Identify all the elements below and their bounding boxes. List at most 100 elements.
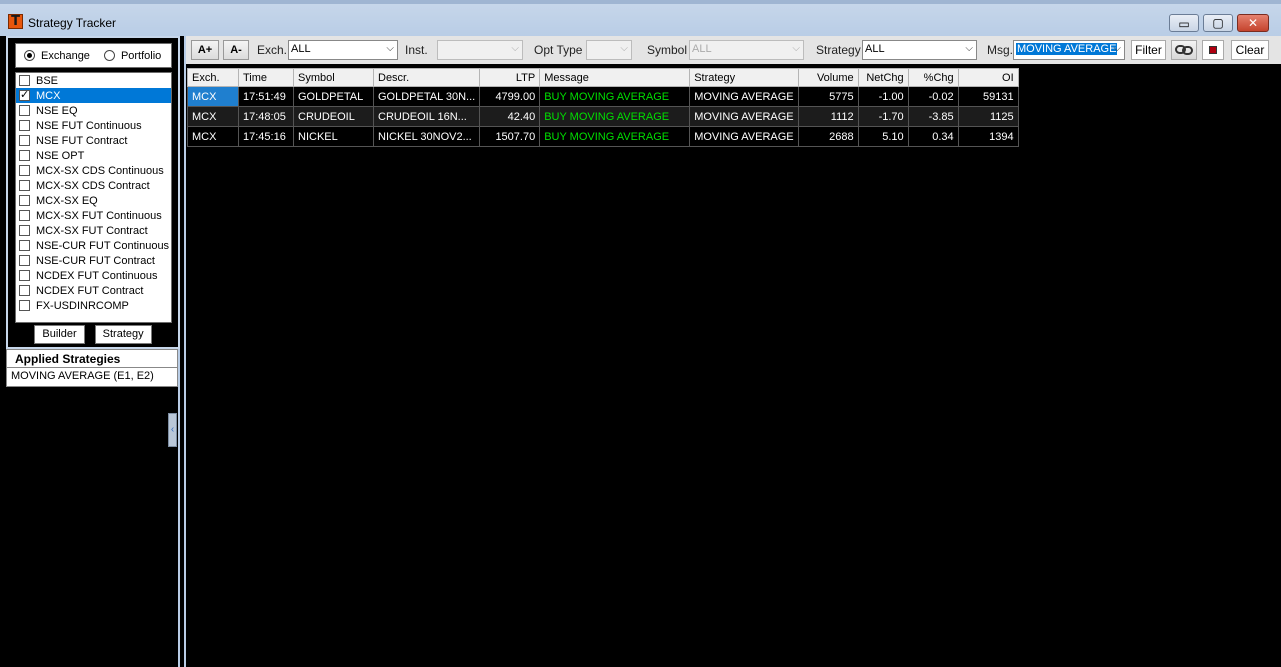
table-cell[interactable]: MOVING AVERAGE — [689, 86, 799, 107]
col-oi[interactable]: OI — [957, 68, 1019, 87]
exchange-item[interactable]: BSE — [16, 73, 171, 88]
exchange-checkbox[interactable] — [19, 88, 30, 101]
table-cell[interactable]: NICKEL — [293, 126, 374, 147]
table-cell[interactable]: 1112 — [797, 106, 859, 127]
exchange-item[interactable]: NSE EQ — [16, 103, 171, 118]
table-row[interactable]: MCX 17:51:49 GOLDPETAL GOLDPETAL 30N... 4799… — [187, 86, 1019, 107]
exchange-item[interactable]: NCDEX FUT Contract — [16, 283, 171, 298]
table-cell[interactable]: CRUDEOIL — [293, 106, 374, 127]
col-strategy[interactable]: Strategy — [689, 68, 799, 87]
exchange-item[interactable]: MCX-SX CDS Contract — [16, 178, 171, 193]
table-cell[interactable]: 2688 — [797, 126, 859, 147]
msg-dropdown[interactable]: MOVING AVERAGE ⌵ — [1013, 40, 1125, 60]
col-time[interactable]: Time — [238, 68, 294, 87]
exchange-item[interactable]: NSE OPT — [16, 148, 171, 163]
table-cell[interactable]: 5.10 — [857, 126, 909, 147]
table-cell[interactable]: NICKEL 30NOV2... — [372, 126, 481, 147]
table-cell[interactable]: 1394 — [957, 126, 1019, 147]
exchange-checkbox[interactable] — [19, 240, 30, 251]
exchange-checkbox[interactable] — [19, 150, 30, 161]
table-row[interactable]: MCX 17:48:05 CRUDEOIL CRUDEOIL 16N... 42.40 B… — [187, 106, 1019, 127]
exchange-item[interactable]: NSE-CUR FUT Contract — [16, 253, 171, 268]
symbol-dropdown[interactable]: ALL ⌵ — [689, 40, 804, 60]
exchange-checkbox[interactable] — [19, 285, 30, 296]
table-cell[interactable]: MCX — [187, 86, 239, 107]
col-message[interactable]: Message — [539, 68, 691, 87]
exchange-radio[interactable] — [24, 50, 35, 61]
exch-dropdown[interactable]: ALL ⌵ — [288, 40, 398, 60]
inst-dropdown[interactable]: ⌵ — [437, 40, 523, 60]
table-cell[interactable]: 0.34 — [907, 126, 959, 147]
maximize-button[interactable]: ▢ — [1203, 14, 1233, 32]
exchange-radio-label[interactable]: Exchange — [41, 50, 90, 62]
table-cell[interactable]: MOVING AVERAGE — [689, 106, 799, 127]
builder-button[interactable]: Builder — [34, 325, 85, 344]
col-pctchg[interactable]: %Chg — [907, 68, 959, 87]
exchange-item[interactable]: MCX-SX FUT Continuous — [16, 208, 171, 223]
table-cell[interactable]: GOLDPETAL — [293, 86, 374, 107]
table-cell[interactable]: BUY MOVING AVERAGE — [539, 126, 691, 147]
font-increase-button[interactable]: A+ — [191, 40, 219, 60]
close-button[interactable]: ✕ — [1237, 14, 1269, 32]
table-cell[interactable]: 1125 — [957, 106, 1019, 127]
exchange-item[interactable]: NSE-CUR FUT Continuous — [16, 238, 171, 253]
stop-button[interactable] — [1202, 40, 1224, 60]
exchange-checkbox[interactable] — [19, 210, 30, 221]
table-cell[interactable]: 17:48:05 — [238, 106, 294, 127]
exchange-checkbox[interactable] — [19, 165, 30, 176]
col-ltp[interactable]: LTP — [479, 68, 541, 87]
exchange-checkbox[interactable] — [19, 270, 30, 281]
table-cell[interactable]: 4799.00 — [479, 86, 541, 107]
col-volume[interactable]: Volume — [797, 68, 859, 87]
opt-type-dropdown[interactable]: ⌵ — [586, 40, 632, 60]
exchange-item[interactable]: MCX-SX CDS Continuous — [16, 163, 171, 178]
table-cell[interactable]: MCX — [187, 106, 239, 127]
table-cell[interactable]: 17:45:16 — [238, 126, 294, 147]
table-cell[interactable]: 59131 — [957, 86, 1019, 107]
table-cell[interactable]: GOLDPETAL 30N... — [372, 86, 481, 107]
link-icon[interactable] — [1171, 40, 1197, 60]
exchange-item[interactable]: NSE FUT Continuous — [16, 118, 171, 133]
table-cell[interactable]: MCX — [187, 126, 239, 147]
exchange-checkbox[interactable] — [19, 75, 30, 86]
exchange-checkbox[interactable] — [19, 120, 30, 131]
minimize-button[interactable]: ▭ — [1169, 14, 1199, 32]
exchange-checkbox[interactable] — [19, 135, 30, 146]
table-cell[interactable]: -0.02 — [907, 86, 959, 107]
exchange-item[interactable]: NCDEX FUT Continuous — [16, 268, 171, 283]
font-decrease-button[interactable]: A- — [223, 40, 249, 60]
strategy-button[interactable]: Strategy — [94, 325, 152, 344]
table-cell[interactable]: CRUDEOIL 16N... — [372, 106, 481, 127]
portfolio-radio[interactable] — [103, 50, 115, 61]
table-cell[interactable]: -3.85 — [907, 106, 959, 127]
table-cell[interactable]: 1507.70 — [479, 126, 541, 147]
table-cell[interactable]: 17:51:49 — [238, 86, 294, 107]
applied-strategy-item[interactable]: MOVING AVERAGE (E1, E2) — [6, 368, 178, 387]
col-descr[interactable]: Descr. — [372, 68, 481, 87]
table-cell[interactable]: 5775 — [797, 86, 859, 107]
table-cell[interactable]: MOVING AVERAGE — [689, 126, 799, 147]
col-netchg[interactable]: NetChg — [857, 68, 909, 87]
portfolio-radio-label[interactable]: Portfolio — [121, 50, 161, 62]
col-exch[interactable]: Exch. — [187, 68, 239, 87]
exchange-item[interactable]: FX-USDINRCOMP — [16, 298, 171, 313]
exchange-checkbox[interactable] — [19, 255, 30, 266]
exchange-checkbox[interactable] — [19, 300, 30, 311]
table-cell[interactable]: -1.70 — [857, 106, 909, 127]
col-symbol[interactable]: Symbol — [293, 68, 374, 87]
exchange-item[interactable]: MCX-SX EQ — [16, 193, 171, 208]
clear-button[interactable]: Clear — [1231, 40, 1269, 60]
exchange-checkbox[interactable] — [19, 225, 30, 236]
exchange-item[interactable]: MCX-SX FUT Contract — [16, 223, 171, 238]
exchange-checkbox[interactable] — [19, 105, 30, 116]
table-cell[interactable]: 42.40 — [479, 106, 541, 127]
strategy-dropdown[interactable]: ALL ⌵ — [862, 40, 977, 60]
table-cell[interactable]: BUY MOVING AVERAGE — [539, 86, 691, 107]
exchange-item[interactable]: NSE FUT Contract — [16, 133, 171, 148]
table-row[interactable]: MCX 17:45:16 NICKEL NICKEL 30NOV2... 1507.70… — [187, 126, 1019, 147]
table-cell[interactable]: -1.00 — [857, 86, 909, 107]
filter-button[interactable]: Filter — [1131, 40, 1166, 60]
exchange-checkbox[interactable] — [19, 195, 30, 206]
exchange-checkbox[interactable] — [19, 180, 30, 191]
collapse-panel-icon[interactable]: ‹ — [168, 413, 177, 447]
